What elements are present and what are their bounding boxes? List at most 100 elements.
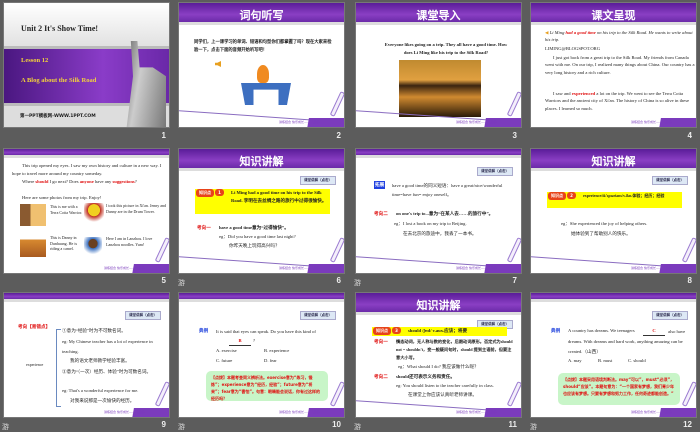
- hint-box: 【点拨】本题考查同义辨析法。exercise意为“练习，锻炼”；experien…: [206, 371, 328, 401]
- cartoon-desk-image: [241, 83, 291, 105]
- focus-text-1: 情态动词，无人称与数的变化，后跟动词原形。否定式为should not = sh…: [396, 339, 513, 360]
- title-band: [531, 293, 696, 302]
- slide-thumbnail-11[interactable]: 知识讲解 课堂讲解（点击） 知识点 3 should /ʃʊd/ v.aux.应…: [355, 292, 522, 418]
- kp-pill: 知识点: [548, 192, 566, 200]
- caption-4: Here I am in Lanzhou. I love Lanzhou noo…: [106, 236, 153, 247]
- footer-text: 讲练结合 快乐成长——（冀教）: [104, 266, 147, 270]
- footer-text: 讲练结合 快乐成长——（冀教）: [279, 266, 322, 270]
- title-band: [4, 149, 169, 158]
- title-band: 知识讲解: [531, 149, 696, 171]
- slide-number: 6: [336, 276, 341, 285]
- caption-2: I took this picture in Xi'an. Jenny and …: [106, 203, 167, 214]
- slide-thumbnail-10[interactable]: 课堂讲解（点击） 典例 It is said that eyes can spe…: [178, 292, 345, 418]
- footer-text: 讲练结合 快乐成长——（冀教）: [631, 120, 674, 124]
- cartoon-character: [257, 65, 269, 83]
- knowledge-point-label: 知识点 1: [196, 189, 224, 197]
- photo-terra-cotta: [20, 204, 46, 226]
- lecture-tag: 课堂讲解（点击）: [300, 311, 336, 320]
- slide-title: 知识讲解: [239, 155, 284, 168]
- slide-title: 词句听写: [239, 9, 284, 22]
- silk-road-desert-image: [399, 60, 481, 117]
- caption-1: This is me with a Terra Cotta Warrior.: [50, 204, 83, 215]
- slide-thumbnail-9[interactable]: 课堂讲解（点击） 考向【易错点】 experience ①意为“经验”时为不可数…: [3, 292, 170, 418]
- knowledge-point-text: experience/ɪk'spɪəriəns/v.&n.体验；经历；经验: [583, 193, 665, 198]
- pen-decoration: [329, 381, 344, 407]
- title-band: 课文呈现: [531, 3, 696, 25]
- speaker-icon[interactable]: [215, 61, 221, 67]
- footer-text: 讲练结合 快乐成长——（冀教）: [631, 410, 674, 414]
- focus-text: on one's trip to...意为“在某人去……的旅行中”。: [396, 211, 494, 216]
- title-band: [4, 293, 169, 302]
- slide-thumbnail-8[interactable]: 知识讲解 课堂讲解（点击） 知识点 2 experience/ɪk'spɪəri…: [530, 148, 697, 274]
- highlight-word: suggestions: [112, 179, 135, 184]
- intro-part: Li Ming: [549, 30, 566, 35]
- usage-2-example: eg: That's a wonderful experience for me…: [62, 388, 139, 393]
- example-1: eg：What should I do? 我应该做什么呢？: [398, 364, 479, 369]
- pen-decoration: [329, 91, 344, 117]
- title-band: [356, 149, 521, 158]
- slide-thumbnail-6[interactable]: 知识讲解 课堂讲解（点击） 知识点 1 Li Ming had a good t…: [178, 148, 345, 274]
- slide-thumbnail-7[interactable]: 课堂讲解（点击） 拓展 have a good time的同义短语：have a…: [355, 148, 522, 274]
- lecture-tag: 课堂讲解（点击）: [477, 167, 513, 176]
- example-2-en: eg: You should listen to the teacher car…: [396, 383, 494, 388]
- extension-text: have a good time的同义短语：have a great/nice/…: [392, 183, 503, 197]
- lecture-tag: 课堂讲解（点击）: [125, 311, 161, 320]
- text-part: I go next? Does: [48, 179, 80, 184]
- text-part: have any: [93, 179, 113, 184]
- photo-noodles: [84, 237, 102, 259]
- animation-icon: 游: [178, 279, 185, 287]
- example-label: 典例: [199, 328, 209, 333]
- option-c: C. should: [628, 358, 646, 363]
- footer-text: 讲练结合 快乐成长——（冀教）: [456, 120, 499, 124]
- knowledge-point-label: 知识点 3: [373, 327, 401, 335]
- word-label: experience: [26, 362, 44, 367]
- focus-text-2: should还可表示义务和责任。: [396, 374, 455, 379]
- example-cn: 在去北京的旅途中，我丢了一本书。: [403, 231, 477, 236]
- hint-box: 【点拨】本题采用语境判断法。may“可以”，must“必须”，should“应该…: [558, 373, 680, 405]
- unit-title: Unit 2 It's Show Time!: [21, 24, 99, 33]
- slide-number: 1: [161, 131, 166, 140]
- pen-decoration: [506, 91, 521, 117]
- option-d: D. fear: [264, 358, 277, 363]
- option-a: A. may: [568, 358, 582, 363]
- footer-text: 讲练结合 快乐成长——（冀教）: [279, 410, 322, 414]
- slide-number: 8: [687, 276, 692, 285]
- slide-thumbnail-4[interactable]: 课文呈现 ◀ Li Ming had a good time on his tr…: [530, 2, 697, 128]
- text-part: ?: [134, 179, 137, 184]
- kp-pill: 知识点: [373, 327, 391, 335]
- slide-thumbnail-3[interactable]: 课堂导入 Everyone likes going on a trip. The…: [355, 2, 522, 128]
- focus-label: 考向【易错点】: [18, 324, 51, 329]
- highlight-word: should: [35, 179, 49, 184]
- title-band: 知识讲解: [356, 293, 521, 315]
- slide-number: 11: [508, 420, 517, 429]
- slide-thumbnail-5[interactable]: This trip opened my eyes. I saw my own h…: [3, 148, 170, 274]
- example-2-cn: 在课堂上你应该认真听老师讲课。: [408, 392, 477, 397]
- kp-number: 2: [567, 192, 576, 199]
- slide-thumbnail-1[interactable]: Unit 2 It's Show Time! Lesson 12 A Blog …: [3, 2, 170, 128]
- pen-decoration: [329, 237, 344, 263]
- focus-text: have a good time意为“过得愉快”。: [219, 225, 289, 230]
- lesson-subtitle: A Blog about the Silk Road: [21, 77, 97, 84]
- example-en: eg：I lost a book on my trip to Beijing.: [394, 221, 467, 226]
- slide-text: Everyone likes going on a trip. They all…: [384, 42, 508, 55]
- lecture-tag: 课堂讲解（点击）: [300, 176, 336, 185]
- blog-email: LIMING@BLOGSPOT.ORG: [545, 46, 601, 51]
- usage-1-cn: 我的语文老师教学经验丰富。: [70, 358, 130, 363]
- slide-number: 3: [512, 131, 517, 140]
- example-cn: 你昨天晚上玩得高兴吗？: [229, 243, 280, 248]
- pen-decoration: [681, 381, 696, 407]
- slide-thumbnail-12[interactable]: 课堂讲解（点击） 典例 A country has dreams. We tee…: [530, 292, 697, 418]
- footer-text: 讲练结合 快乐成长——（冀教）: [456, 410, 499, 414]
- lesson-label: Lesson 12: [21, 57, 49, 64]
- footer-text: 讲练结合 快乐成长——（冀教）: [279, 120, 322, 124]
- pen-decoration: [506, 381, 521, 407]
- knowledge-point-label: 知识点 2: [548, 192, 576, 200]
- photo-drum-tower: [84, 203, 104, 227]
- slide-number: 7: [512, 276, 517, 285]
- answer-blank: B: [229, 337, 251, 346]
- example-en: eg：She experienced the joy of helping ot…: [561, 221, 648, 226]
- slide-thumbnail-2[interactable]: 词句听写 同学们，上一课学习的单词、短语和句型你们都掌握了吗？现在大家来检验一下…: [178, 2, 345, 128]
- title-band: [179, 293, 344, 302]
- option-a: A. exercise: [216, 348, 237, 353]
- intro-text: ◀ Li Ming had a good time on his trip to…: [545, 29, 695, 43]
